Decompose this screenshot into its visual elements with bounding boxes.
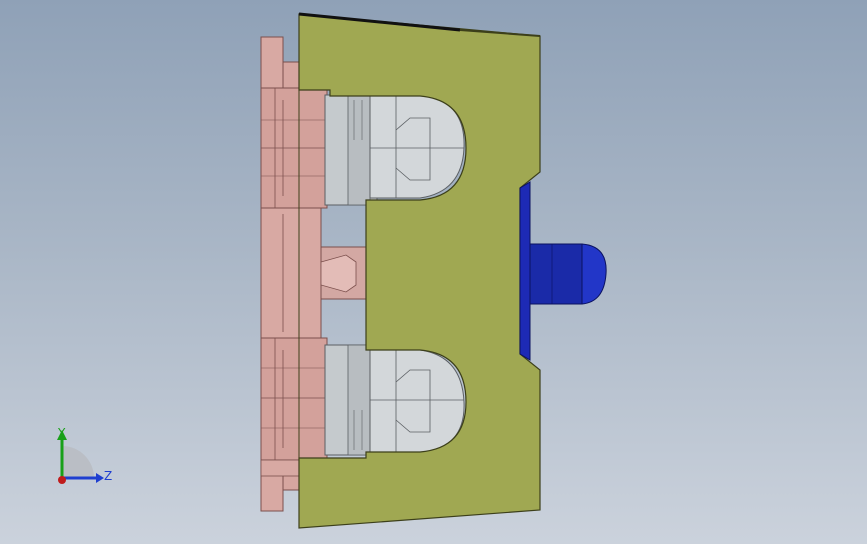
lower-acorn-nut <box>369 349 465 454</box>
upper-bolt-nut[interactable] <box>324 94 465 206</box>
coordinate-triad: Y Z <box>57 426 112 484</box>
upper-acorn-nut <box>369 94 465 199</box>
knob-shaft <box>529 243 583 305</box>
model-canvas[interactable]: Y Z <box>0 0 867 544</box>
triad-plane <box>62 446 94 478</box>
y-axis-label: Y <box>57 426 66 440</box>
x-axis-origin <box>58 476 66 484</box>
lower-hex-body <box>260 337 328 461</box>
knob-cap <box>581 243 607 305</box>
mid-body <box>260 207 322 339</box>
shaft-tip <box>320 254 357 293</box>
z-axis-label: Z <box>104 469 112 483</box>
knob-flange <box>519 181 531 361</box>
blue-knob[interactable] <box>519 181 607 361</box>
cad-viewport[interactable]: Y Z <box>0 0 867 544</box>
lower-bolt-nut[interactable] <box>324 344 465 456</box>
